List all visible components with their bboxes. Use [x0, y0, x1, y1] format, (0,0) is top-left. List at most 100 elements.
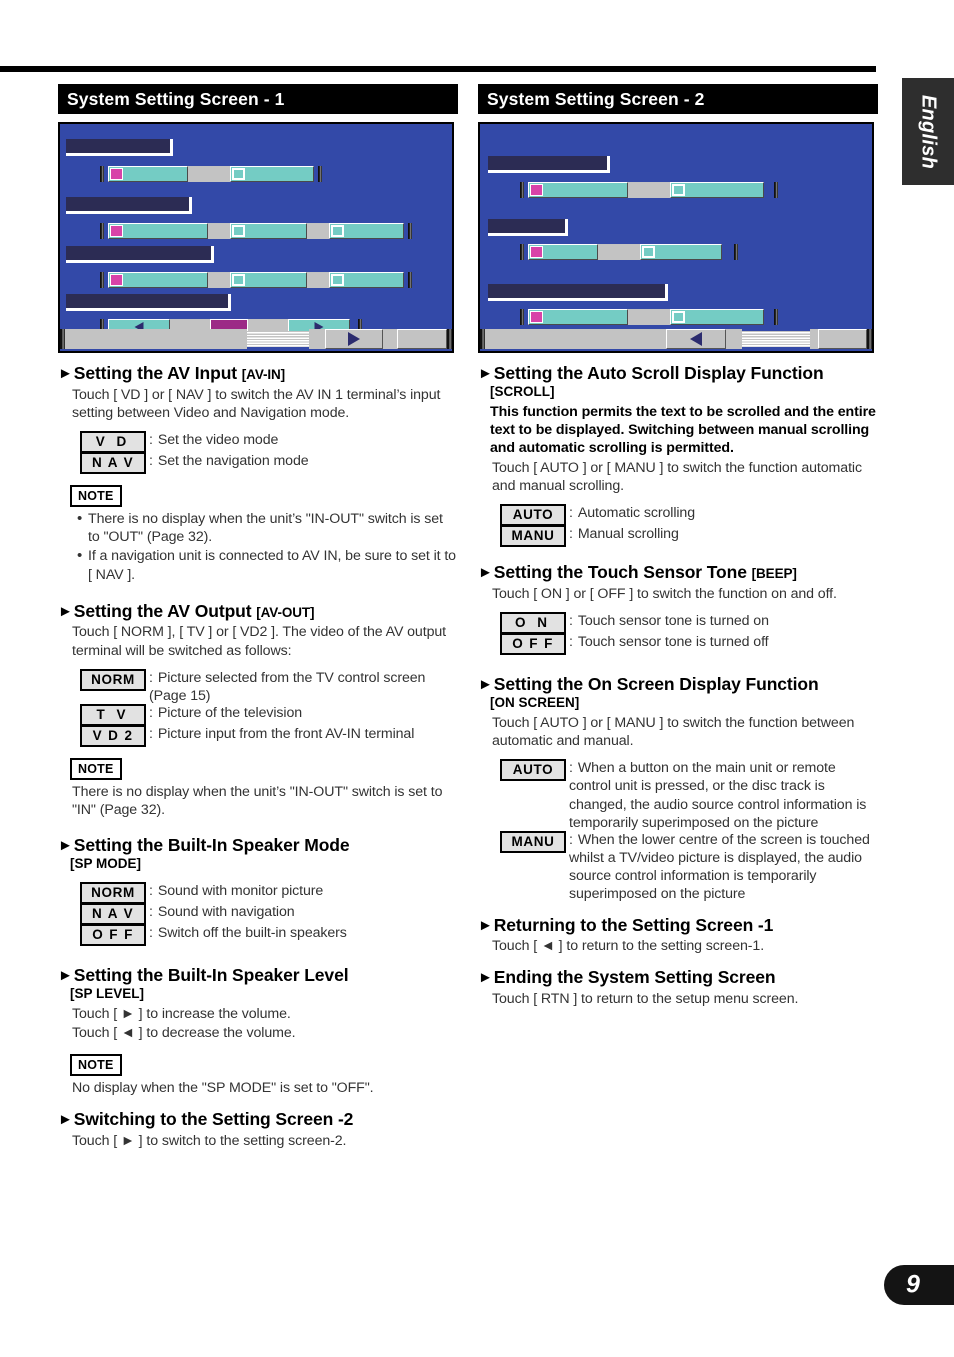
screen1-key-row-3[interactable]: [100, 272, 412, 288]
selected-chip-icon: [530, 246, 543, 258]
screen1-key-1a[interactable]: [108, 166, 188, 182]
key-row-cap-left-icon: [100, 223, 104, 239]
screen1-key-1b[interactable]: [230, 166, 314, 182]
unselected-chip-icon: [672, 184, 685, 196]
right-section-banner: System Setting Screen - 2: [478, 84, 878, 114]
screen1-toolbar-blank-left: [65, 329, 247, 349]
body-on-screen-display: Touch [ AUTO ] or [ MANU ] to switch the…: [492, 714, 855, 750]
keycap-vd[interactable]: V D: [80, 431, 146, 454]
screen1-key-row-1[interactable]: [100, 166, 322, 182]
heading-sp-mode: ►Setting the Built-In Speaker Mode: [58, 835, 350, 856]
key-row-cap-left-icon: [520, 309, 524, 325]
keycap-beep-on[interactable]: O N: [500, 612, 566, 635]
key-row-cap-left-icon: [520, 182, 524, 198]
colon: :: [569, 526, 573, 543]
setting-screen-1-illustration: [58, 122, 454, 353]
keycap-sp-nav[interactable]: N A V: [80, 903, 146, 925]
bullet-arrow-icon: ►: [478, 969, 493, 987]
keyitem-scroll-auto: AUTO : Automatic scrolling: [500, 504, 878, 527]
screen2-bottom-toolbar[interactable]: [480, 329, 872, 349]
heading-av-output: ►Setting the AV Output [AV-OUT]: [58, 600, 315, 621]
screen2-key-gap-1: [628, 182, 670, 198]
body-switch-screen-2: Touch [ ► ] to switch to the setting scr…: [72, 1132, 347, 1149]
selected-chip-icon: [110, 168, 123, 180]
left-section-banner: System Setting Screen - 1: [58, 84, 458, 114]
screen2-key-2a[interactable]: [528, 244, 598, 260]
screen1-key-2c[interactable]: [329, 223, 404, 239]
screen2-key-row-3[interactable]: [520, 309, 778, 325]
heading-av-input: ►Setting the AV Input [AV-IN]: [58, 363, 286, 383]
screen1-key-3c[interactable]: [329, 272, 404, 288]
bullet-arrow-icon: ►: [58, 967, 73, 984]
keycap-tv[interactable]: T V: [80, 704, 146, 727]
keycap-osd-auto[interactable]: AUTO: [500, 759, 566, 782]
note-list-av-input: There is no display when the unit’s "IN-…: [74, 509, 458, 584]
keycap-vd2[interactable]: V D 2: [80, 725, 146, 748]
key-row-cap-left-icon: [520, 244, 524, 260]
bullet-arrow-icon: ►: [478, 365, 493, 382]
keydesc-sp-off: : Switch off the built-in speakers: [149, 925, 347, 941]
left-column: System Setting Screen - 1 ►Setting the A…: [58, 84, 458, 1150]
keycap-scroll-manu[interactable]: MANU: [500, 525, 566, 548]
keyitem-osd-manu: MANU : When the lower centre of the scree…: [500, 830, 878, 904]
keycap-sp-norm[interactable]: NORM: [80, 882, 146, 904]
screen1-toolbar-gap-1: [309, 329, 325, 349]
screen2-key-1b[interactable]: [670, 182, 764, 198]
screen1-key-row-2[interactable]: [100, 223, 412, 239]
keycap-scroll-auto[interactable]: AUTO: [500, 504, 566, 527]
screen2-key-3b[interactable]: [670, 309, 764, 325]
screen1-key-2b[interactable]: [230, 223, 307, 239]
note-label-av-input: NOTE: [70, 485, 122, 508]
keylist-touch-sensor-tone: O N : Touch sensor tone is turned on O F …: [500, 612, 878, 656]
screen1-bottom-toolbar[interactable]: [60, 329, 452, 349]
keycap-osd-manu[interactable]: MANU: [500, 830, 566, 853]
screen2-key-3a[interactable]: [528, 309, 628, 325]
screen1-toolbar-next-button[interactable]: [325, 329, 383, 349]
screen2-toolbar-prev-button[interactable]: [666, 329, 726, 349]
colon: :: [149, 669, 153, 686]
keyitem-beep-on: O N : Touch sensor tone is turned on: [500, 612, 878, 635]
screen1-key-2a[interactable]: [108, 223, 208, 239]
keyitem-vd2: V D 2 : Picture input from the front AV-I…: [80, 725, 458, 748]
keycap-sp-off[interactable]: O F F: [80, 924, 146, 946]
key-row-cap-right-icon: [774, 309, 778, 325]
screen1-key-3a[interactable]: [108, 272, 208, 288]
screen1-key-gap-3b: [307, 272, 329, 288]
screen1-toolbar-return-button[interactable]: [397, 329, 447, 349]
screen2-key-row-2[interactable]: [520, 244, 738, 260]
keyitem-beep-off: O F F : Touch sensor tone is turned off: [500, 633, 878, 656]
keycap-beep-off[interactable]: O F F: [500, 633, 566, 656]
screen2-toolbar-stripes: [742, 331, 810, 347]
keylist-sp-mode: NORM : Sound with monitor picture N A V :…: [80, 882, 458, 946]
screen2-key-2b[interactable]: [640, 244, 722, 260]
keycap-norm[interactable]: NORM: [80, 668, 146, 691]
key-row-cap-right-icon: [408, 272, 412, 288]
keylist-auto-scroll: AUTO : Automatic scrolling MANU : Manual s…: [500, 504, 878, 548]
screen2-toolbar-return-button[interactable]: [818, 329, 867, 349]
key-row-cap-right-icon: [408, 223, 412, 239]
screen1-key-3b[interactable]: [230, 272, 307, 288]
body-return-screen-1: Touch [ ◄ ] to return to the setting scr…: [492, 938, 765, 955]
colon: :: [149, 925, 153, 941]
top-divider-rule: [0, 66, 876, 72]
screen1-toolbar-gap-2: [383, 329, 397, 349]
screen2-key-1a[interactable]: [528, 182, 628, 198]
unselected-chip-icon: [232, 274, 245, 286]
tag-beep: [BEEP]: [751, 566, 797, 582]
colon: :: [149, 726, 153, 743]
selected-chip-icon: [530, 311, 543, 323]
screen2-key-gap-3: [628, 309, 670, 325]
keycap-nav[interactable]: N A V: [80, 452, 146, 475]
selected-chip-icon: [530, 184, 543, 196]
colon: :: [149, 432, 153, 449]
note-text-av-output: There is no display when the unit’s "IN-…: [72, 784, 443, 819]
body-end-setting-screen: Touch [ RTN ] to return to the setup men…: [492, 991, 799, 1008]
screen2-label-plate-1: [488, 156, 610, 173]
keyitem-vd: V D : Set the video mode: [80, 431, 458, 454]
screen1-key-gap-2b: [307, 223, 329, 239]
note-item: There is no display when the unit’s "IN-…: [77, 509, 458, 546]
bullet-arrow-icon: ►: [478, 916, 493, 934]
screen2-key-row-1[interactable]: [520, 182, 778, 198]
heading-auto-scroll: ►Setting the Auto Scroll Display Functio…: [478, 363, 824, 383]
keyitem-nav: N A V : Set the navigation mode: [80, 452, 458, 475]
